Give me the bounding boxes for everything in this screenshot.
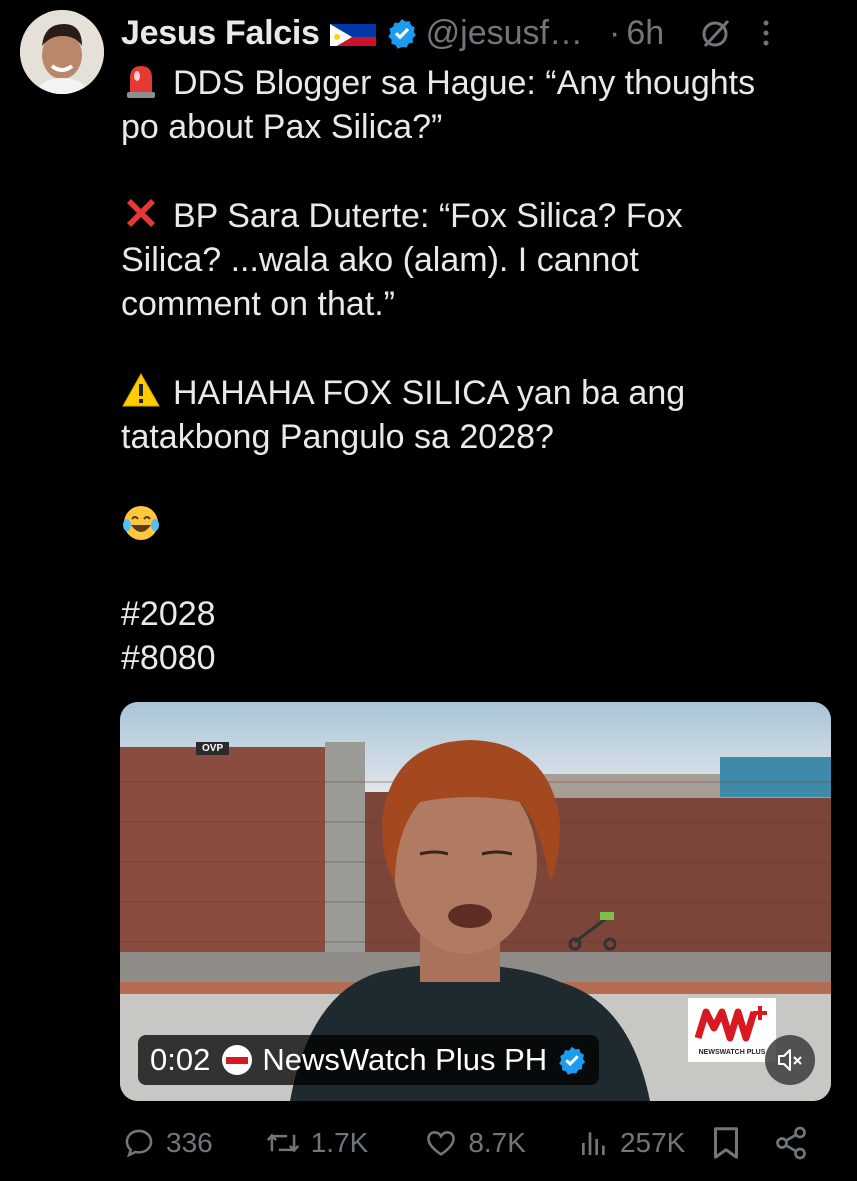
tweet-line: Silica? ...wala ako (alam). I cannot bbox=[121, 241, 639, 279]
repost-button[interactable]: 1.7K bbox=[265, 1126, 369, 1160]
heart-icon bbox=[427, 1131, 456, 1156]
tweet-line bbox=[121, 503, 837, 548]
tweet-line: comment on that.” bbox=[121, 285, 396, 323]
reply-count: 336 bbox=[166, 1127, 213, 1158]
hashtag-link[interactable]: #8080 bbox=[121, 636, 837, 680]
views-chart-icon bbox=[581, 1132, 605, 1155]
timestamp[interactable]: 6h bbox=[626, 14, 664, 53]
cross-mark-icon bbox=[121, 193, 161, 233]
speaker-muted-icon bbox=[778, 1049, 802, 1071]
view-count: 257K bbox=[619, 1127, 686, 1158]
video-duration: 0:02 bbox=[150, 1042, 211, 1077]
bookmark-button[interactable] bbox=[711, 1125, 751, 1161]
laughing-tears-icon bbox=[121, 503, 161, 543]
reply-button[interactable]: 336 bbox=[122, 1126, 213, 1160]
tweet-text: DDS Blogger sa Hague: “Any thoughts po a… bbox=[121, 60, 837, 680]
grok-icon[interactable] bbox=[700, 17, 732, 49]
bookmark-icon bbox=[714, 1127, 739, 1159]
avatar[interactable] bbox=[20, 10, 104, 94]
share-icon bbox=[776, 1126, 807, 1160]
newswatch-plus-logo: NEWSWATCH PLUS bbox=[688, 998, 776, 1062]
like-button[interactable]: 8.7K bbox=[424, 1126, 526, 1160]
siren-emoji-icon bbox=[121, 60, 161, 100]
warning-icon bbox=[121, 370, 161, 410]
author-name[interactable]: Jesus Falcis bbox=[121, 14, 320, 53]
ovp-badge: OVP bbox=[196, 742, 230, 755]
separator-dot: · bbox=[608, 13, 621, 52]
video-source-name: NewsWatch Plus PH bbox=[262, 1042, 548, 1077]
svg-text:NEWSWATCH PLUS: NEWSWATCH PLUS bbox=[699, 1049, 766, 1056]
verified-badge-icon bbox=[386, 17, 418, 49]
tweet-line: po about Pax Silica?” bbox=[121, 108, 443, 146]
tweet-line: DDS Blogger sa Hague: “Any thoughts bbox=[121, 60, 837, 105]
tweet-header: Jesus Falcis @jesusf… · 6h bbox=[121, 8, 837, 58]
views-button[interactable]: 257K bbox=[578, 1126, 685, 1160]
video-player[interactable]: OVP NEWSWATCH PLUS 0:02 NewsWatch Plus P… bbox=[120, 702, 831, 1101]
tweet-line: HAHAHA FOX SILICA yan ba ang bbox=[121, 370, 837, 415]
like-count: 8.7K bbox=[468, 1127, 526, 1158]
reply-icon bbox=[125, 1129, 153, 1158]
source-avatar-icon bbox=[222, 1045, 253, 1075]
repost-count: 1.7K bbox=[310, 1127, 369, 1158]
hashtag-link[interactable]: #2028 bbox=[121, 592, 837, 636]
tweet-line: tatakbong Pangulo sa 2028? bbox=[121, 418, 554, 456]
tweet-line: BP Sara Duterte: “Fox Silica? Fox bbox=[121, 193, 837, 238]
more-options-icon[interactable] bbox=[762, 18, 770, 48]
verified-badge-icon bbox=[557, 1045, 587, 1075]
repost-icon bbox=[266, 1133, 299, 1153]
mute-button[interactable] bbox=[765, 1035, 815, 1085]
share-button[interactable] bbox=[773, 1125, 819, 1161]
author-handle[interactable]: @jesusf… bbox=[426, 14, 583, 53]
philippines-flag-icon bbox=[329, 20, 376, 46]
tweet-actions: 336 1.7K 8.7K 257K bbox=[120, 1118, 831, 1168]
video-source-overlay[interactable]: 0:02 NewsWatch Plus PH bbox=[138, 1035, 600, 1085]
